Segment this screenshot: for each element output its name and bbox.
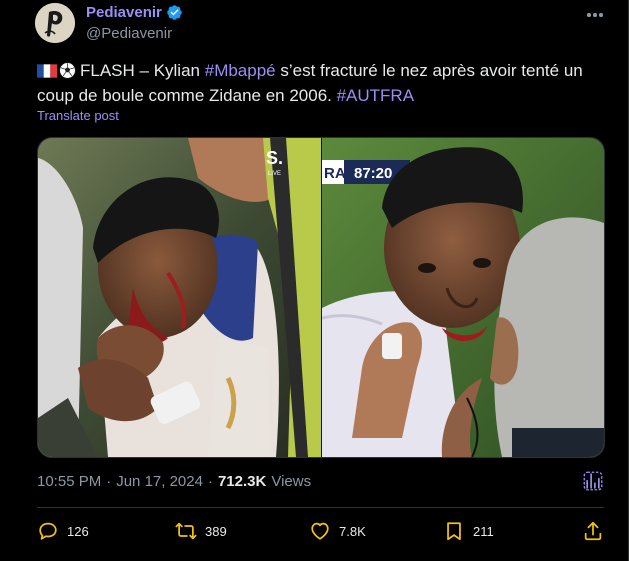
author-handle[interactable]: @Pediavenir <box>86 25 172 42</box>
repost-button[interactable]: 389 <box>175 520 227 542</box>
broadcaster-live-label: LIVE <box>268 171 281 177</box>
meta-separator: · <box>207 473 213 490</box>
scoreboard-team: RA <box>324 165 346 182</box>
avatar[interactable] <box>35 3 75 43</box>
hashtag-mbappe[interactable]: #Mbappé <box>205 61 276 80</box>
more-options-icon[interactable] <box>585 6 605 24</box>
like-button[interactable]: 7.8K <box>309 520 366 542</box>
broadcaster-logo: S. <box>266 148 283 168</box>
soccer-ball-icon <box>59 62 76 79</box>
bookmark-icon <box>447 522 461 541</box>
share-icon <box>584 521 602 541</box>
like-count: 7.8K <box>339 523 366 539</box>
stylized-p-logo-icon <box>35 3 75 43</box>
tweet-detail: Pediavenir @Pediavenir FLASH – Kylian #M… <box>0 0 629 561</box>
media-photo-left[interactable]: S. LIVE <box>38 138 321 457</box>
author-name-row[interactable]: Pediavenir <box>86 4 183 21</box>
meta-separator: · <box>106 473 112 490</box>
views-count: 712.3K <box>217 473 267 490</box>
reply-icon <box>39 522 57 540</box>
repost-icon <box>175 522 197 540</box>
reply-button[interactable]: 126 <box>37 520 89 542</box>
tweet-media[interactable]: S. LIVE RA 87:20 <box>37 137 605 458</box>
france-flag-icon <box>37 64 57 78</box>
tweet-text: FLASH – Kylian #Mbappé s’est fracturé le… <box>37 58 607 108</box>
divider <box>37 507 604 508</box>
tweet-time[interactable]: 10:55 PM <box>37 473 101 490</box>
share-button[interactable] <box>582 520 604 542</box>
translate-post-link[interactable]: Translate post <box>37 108 119 123</box>
reply-count: 126 <box>67 523 89 539</box>
tweet-meta: 10:55 PM · Jun 17, 2024 · 712.3K Views <box>37 473 311 490</box>
verified-badge-icon <box>167 5 182 20</box>
bookmark-count: 211 <box>473 523 494 539</box>
action-bar: 126 389 7.8K 211 <box>37 520 607 546</box>
tweet-text-part: FLASH – Kylian <box>80 61 205 80</box>
views-label: Views <box>271 473 312 490</box>
hashtag-autfra[interactable]: #AUTFRA <box>337 86 414 105</box>
repost-count: 389 <box>205 523 227 539</box>
bookmark-button[interactable]: 211 <box>443 520 494 542</box>
author-name[interactable]: Pediavenir <box>86 4 162 21</box>
scoreboard-clock: 87:20 <box>354 165 392 182</box>
tweet-date[interactable]: Jun 17, 2024 <box>116 473 203 490</box>
analytics-icon[interactable] <box>583 471 603 491</box>
heart-icon <box>311 522 329 540</box>
media-photo-right[interactable]: RA 87:20 <box>322 138 604 457</box>
